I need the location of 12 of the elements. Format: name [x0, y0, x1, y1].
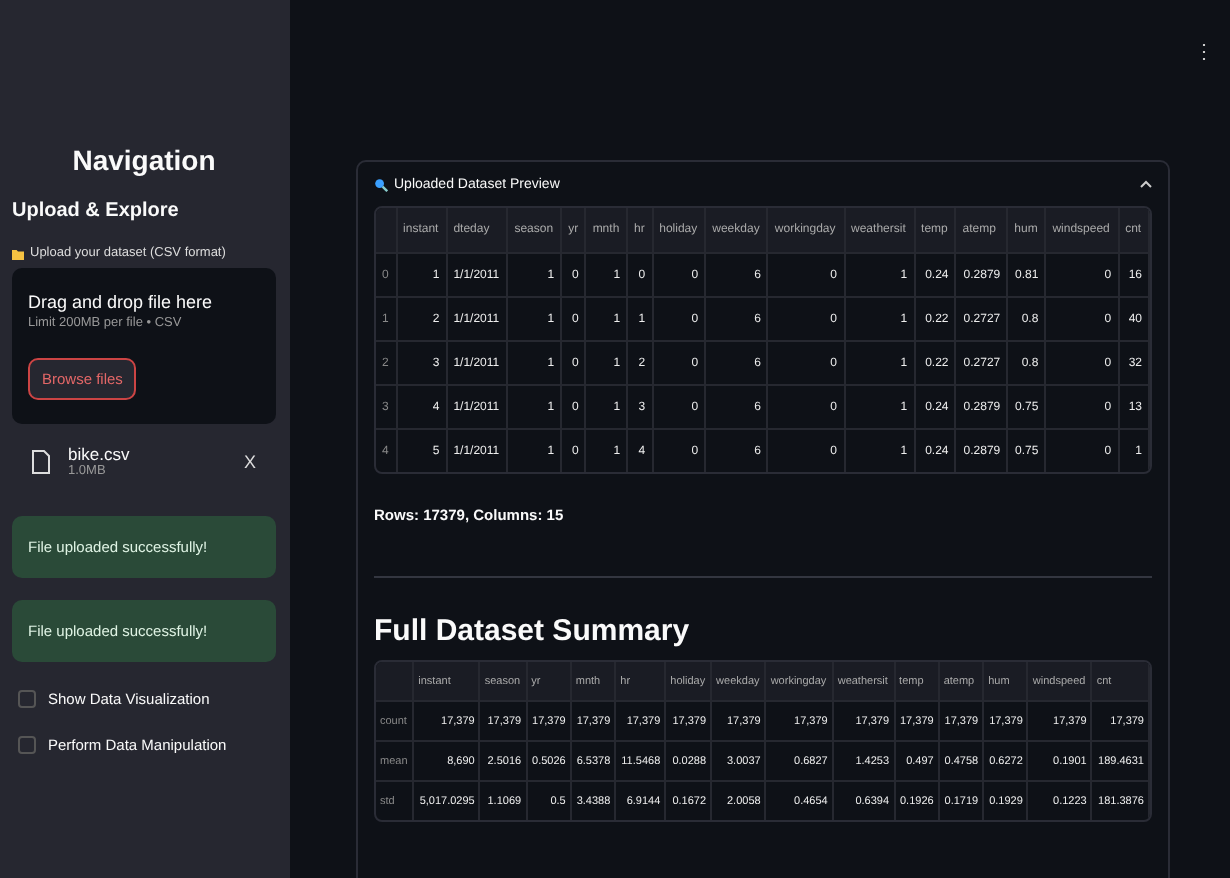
file-icon: [32, 449, 50, 473]
folder-icon: [12, 247, 24, 259]
section-heading: Full Dataset Summary: [374, 614, 690, 648]
remove-file-button[interactable]: X: [235, 451, 264, 471]
menu-button[interactable]: ⋮: [1194, 40, 1214, 64]
drop-zone-title: Drag and drop file here: [28, 292, 213, 312]
section-heading: Upload & Explore: [12, 200, 179, 222]
checkbox[interactable]: [18, 690, 36, 708]
magnifier-icon: [374, 177, 388, 191]
sidebar-title: Navigation: [72, 144, 216, 176]
checkbox[interactable]: [18, 736, 36, 754]
file-name: bike.csv: [68, 444, 130, 464]
